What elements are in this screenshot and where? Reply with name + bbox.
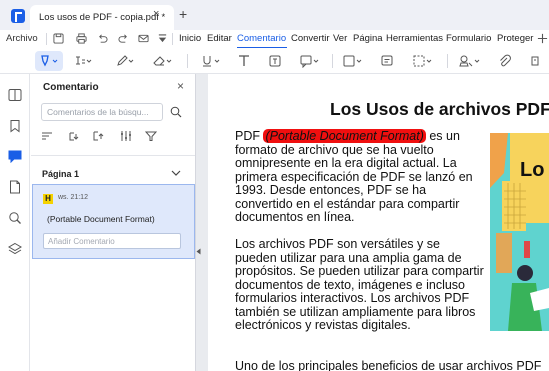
new-tab-icon[interactable]: +	[179, 7, 187, 21]
note-icon	[381, 55, 393, 66]
stamp-tool[interactable]	[455, 51, 485, 71]
stamp-icon	[459, 55, 480, 67]
undo-icon[interactable]	[97, 33, 108, 44]
comment-icon[interactable]	[8, 149, 22, 163]
comment-search-input[interactable]	[42, 104, 160, 120]
pen-tool[interactable]	[111, 51, 137, 71]
tab-close-icon[interactable]: ×	[153, 9, 159, 20]
search-button-icon[interactable]	[170, 106, 182, 118]
panel-icon[interactable]	[8, 88, 22, 102]
menu-proteger[interactable]: Proteger	[497, 33, 533, 44]
menu-editar[interactable]: Editar	[207, 33, 232, 44]
area-icon	[413, 55, 432, 67]
panel-title: Comentario	[43, 82, 99, 93]
paragraph-3: Uno de los principales beneficios de usa…	[235, 359, 542, 371]
paragraph-2: Los archivos PDF son versátiles y se pue…	[235, 237, 484, 332]
separator	[46, 33, 47, 45]
highlighted-text[interactable]: (Portable Document Format)	[263, 129, 426, 143]
title-bar: Los usos de PDF - copia.pdf * × +	[0, 0, 549, 30]
panel-divider	[31, 155, 195, 156]
p1-rest: es un formato de archivo que se ha vuelt…	[235, 129, 473, 224]
underline-tool[interactable]	[197, 51, 223, 71]
page-group-label[interactable]: Página 1	[42, 169, 79, 179]
eraser-tool[interactable]	[148, 51, 176, 71]
comment-search-box	[41, 103, 163, 121]
print-icon[interactable]	[76, 33, 87, 44]
callout-tool[interactable]	[297, 51, 323, 71]
menu-file[interactable]: Archivo	[6, 33, 38, 44]
more-icon[interactable]	[537, 33, 548, 44]
menu-convertir[interactable]: Convertir	[291, 33, 330, 44]
textbox-tool[interactable]	[266, 51, 284, 71]
menu-ver[interactable]: Ver	[333, 33, 347, 44]
menu-comentario[interactable]: Comentario	[237, 33, 286, 44]
paragraph-1: PDF (Portable Document Format) es un for…	[235, 129, 485, 225]
text-tool[interactable]	[235, 51, 253, 71]
toolbar-more[interactable]	[526, 51, 544, 71]
collapse-icon[interactable]	[93, 130, 105, 142]
save-icon[interactable]	[53, 33, 64, 44]
shape-tool[interactable]	[340, 51, 366, 71]
attachment-icon	[500, 54, 511, 67]
p1-start: PDF	[235, 129, 264, 143]
pen-icon	[117, 55, 134, 66]
comment-panel: Comentario × Página 1 H ws. 21:12 (Porta…	[31, 74, 195, 371]
filter-icon[interactable]	[145, 130, 157, 142]
highlight-tool[interactable]	[35, 51, 63, 71]
redo-icon[interactable]	[118, 33, 129, 44]
document-title: Los Usos de archivos PDF	[330, 99, 549, 119]
underline-icon	[203, 56, 220, 67]
separator	[187, 54, 188, 68]
more-tools-icon	[531, 56, 539, 66]
separator	[332, 54, 333, 68]
illustration-text: Lo	[520, 159, 545, 181]
expand-icon[interactable]	[68, 130, 80, 142]
attachment-tool[interactable]	[496, 51, 514, 71]
separator	[172, 33, 173, 45]
note-tool[interactable]	[378, 51, 396, 71]
menu-formulario[interactable]: Formulario	[446, 33, 491, 44]
area-tool[interactable]	[410, 51, 436, 71]
sort-icon[interactable]	[41, 130, 53, 142]
tab-title: Los usos de PDF - copia.pdf *	[39, 12, 166, 23]
menu-herramientas[interactable]: Herramientas	[386, 33, 443, 44]
document-illustration: Lo	[490, 133, 549, 331]
callout-icon	[300, 55, 319, 68]
separator	[447, 54, 448, 68]
panel-close-icon[interactable]: ×	[177, 80, 184, 92]
dropdown-arrow-icon[interactable]	[157, 33, 168, 44]
comment-card[interactable]: H ws. 21:12 (Portable Document Format)	[32, 184, 195, 259]
comment-meta: ws. 21:12	[58, 194, 88, 201]
textbox-icon	[269, 55, 281, 67]
layers-icon[interactable]	[8, 242, 22, 256]
mail-icon[interactable]	[138, 33, 149, 44]
menu-pagina[interactable]: Página	[353, 33, 383, 44]
highlight-tool-icon	[41, 55, 58, 67]
highlight-badge: H	[43, 194, 53, 204]
text-icon	[239, 55, 249, 66]
reply-box	[43, 233, 181, 249]
rectangle-icon	[343, 55, 362, 67]
eraser-icon	[153, 56, 172, 66]
page-icon[interactable]	[8, 180, 22, 194]
collapse-panel-icon[interactable]	[196, 248, 201, 255]
bookmark-icon[interactable]	[8, 119, 22, 133]
chevron-down-icon[interactable]	[171, 169, 181, 177]
underline-list-tool[interactable]	[69, 51, 95, 71]
menu-inicio[interactable]: Inicio	[179, 33, 201, 44]
comment-text: (Portable Document Format)	[47, 214, 155, 224]
underline-list-icon	[76, 56, 92, 65]
app-logo-icon	[11, 9, 25, 23]
filter-settings-icon[interactable]	[120, 130, 132, 142]
reply-input[interactable]	[44, 234, 178, 248]
search-icon[interactable]	[8, 211, 22, 225]
